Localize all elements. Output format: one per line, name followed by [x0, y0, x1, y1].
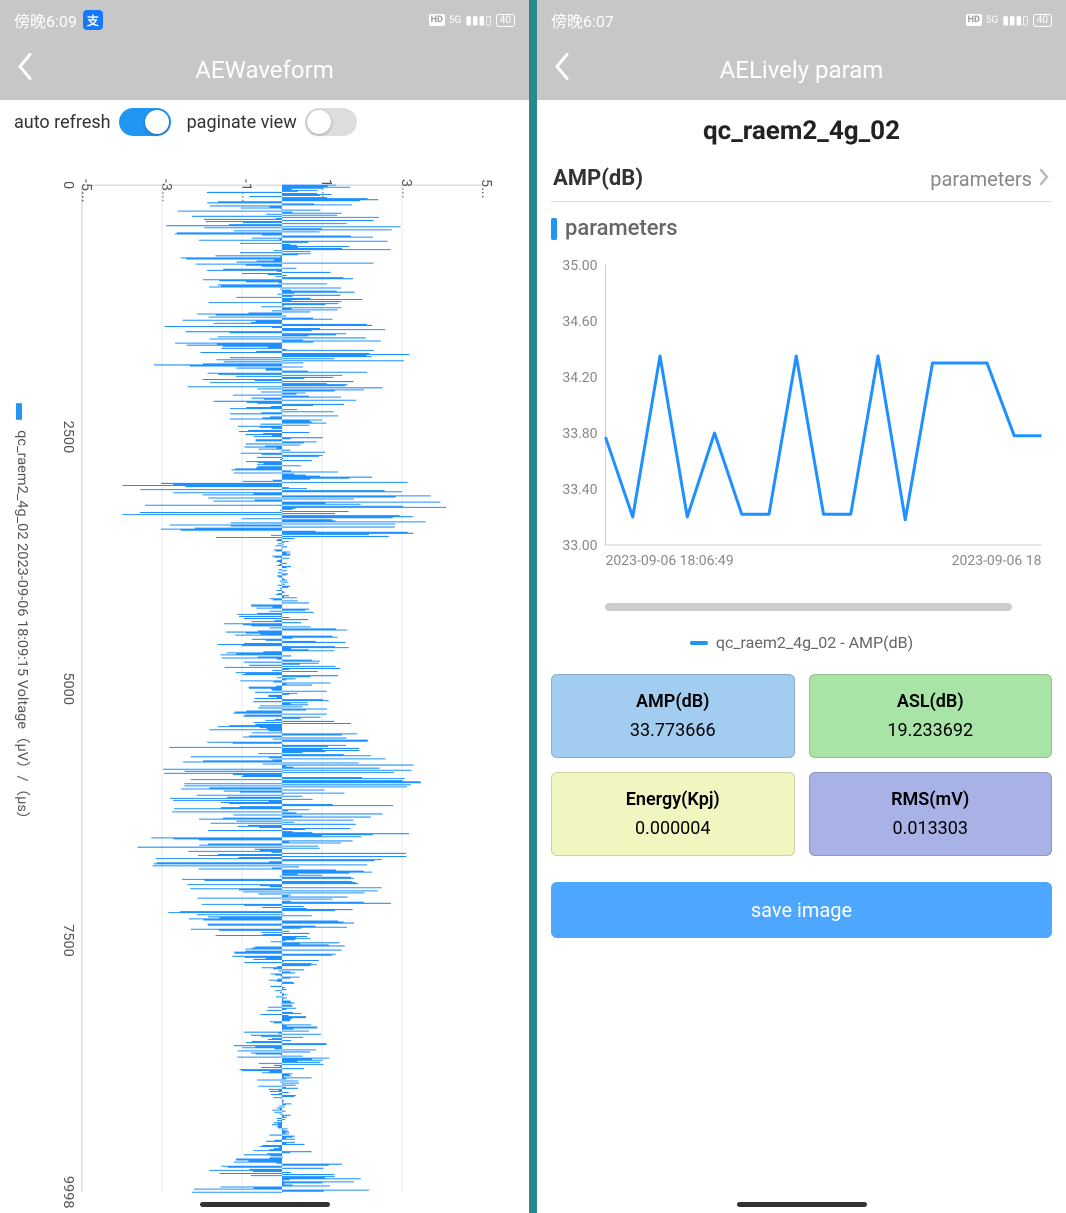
metric-key: Energy(Kpj)	[560, 789, 786, 810]
nav-bar: AEWaveform	[0, 40, 529, 100]
svg-text:34.20: 34.20	[562, 370, 597, 386]
home-indicator[interactable]	[200, 1202, 330, 1207]
line-chart[interactable]: 33.00 33.40 33.80 34.20 34.60 35.00 2023-09-06…	[551, 255, 1052, 585]
metric-value: 0.000004	[560, 818, 786, 839]
page-title: AEWaveform	[195, 56, 334, 84]
phone-right: 傍晚6:07 HD 5G ▮▮▮▯ 40 AELively param qc_r…	[537, 0, 1066, 1213]
metric-value: 33.773666	[560, 720, 786, 741]
hd-icon: HD	[966, 14, 982, 26]
svg-text:2023-09-06 18:06:49: 2023-09-06 18:06:49	[606, 553, 734, 569]
svg-text:33.40: 33.40	[562, 482, 597, 498]
screen-divider	[529, 0, 537, 1213]
svg-text:0: 0	[60, 181, 76, 189]
back-button[interactable]	[549, 49, 575, 92]
device-name: qc_raem2_4g_02	[551, 116, 1052, 146]
alipay-icon: 支	[83, 10, 103, 30]
section-title: parameters	[565, 216, 678, 241]
svg-text:-1...: -1...	[238, 179, 254, 203]
metric-cards: AMP(dB) 33.773666 ASL(dB) 19.233692 Energy(K…	[551, 674, 1052, 856]
metric-key: RMS(mV)	[818, 789, 1044, 810]
page-title: AELively param	[720, 56, 884, 84]
status-time: 傍晚6:09	[14, 8, 77, 32]
metric-value: 19.233692	[818, 720, 1044, 741]
auto-refresh-switch[interactable]	[119, 108, 171, 136]
svg-text:2023-09-06 18: 2023-09-06 18	[952, 553, 1042, 569]
svg-text:9998: 9998	[60, 1176, 76, 1209]
back-button[interactable]	[12, 49, 38, 92]
svg-text:-5...: -5...	[78, 179, 94, 203]
waveform-chart[interactable]: -5...-3...-1...1...3...5...0250050007500…	[0, 144, 529, 1213]
phone-left: 傍晚6:09 支 HD 5G ▮▮▮▯ 40 AEWaveform auto r…	[0, 0, 529, 1213]
section-bar-icon	[551, 218, 557, 240]
metric-selector-row: AMP(dB) parameters	[551, 160, 1052, 202]
metric-key: ASL(dB)	[818, 691, 1044, 712]
save-button-label: save image	[751, 898, 852, 922]
battery-icon: 40	[1033, 14, 1052, 27]
battery-icon: 40	[496, 14, 515, 27]
chart-legend: qc_raem2_4g_02 - AMP(dB)	[551, 633, 1052, 652]
net-label: 5G	[449, 15, 461, 26]
paginate-switch[interactable]	[305, 108, 357, 136]
svg-text:33.00: 33.00	[562, 538, 597, 554]
svg-text:34.60: 34.60	[562, 314, 597, 330]
status-right: HD 5G ▮▮▮▯ 40	[429, 13, 515, 27]
signal-icon: ▮▮▮▯	[1002, 13, 1028, 27]
hd-icon: HD	[429, 14, 445, 26]
metric-card[interactable]: AMP(dB) 33.773666	[551, 674, 795, 758]
status-bar: 傍晚6:09 支 HD 5G ▮▮▮▯ 40	[0, 0, 529, 40]
svg-text:5000: 5000	[60, 672, 76, 705]
chevron-right-icon	[1038, 167, 1050, 191]
legend-swatch-icon	[690, 641, 708, 645]
section-header: parameters	[551, 216, 1052, 241]
svg-text:2500: 2500	[60, 421, 76, 454]
svg-text:5...: 5...	[478, 179, 494, 199]
status-right: HD 5G ▮▮▮▯ 40	[966, 13, 1052, 27]
status-bar: 傍晚6:07 HD 5G ▮▮▮▯ 40	[537, 0, 1066, 40]
svg-text:qc_raem2_4g_02 2023-09-06 18:0: qc_raem2_4g_02 2023-09-06 18:09:15 Volta…	[14, 430, 30, 826]
auto-refresh-label: auto refresh	[14, 112, 111, 133]
metric-card[interactable]: RMS(mV) 0.013303	[809, 772, 1053, 856]
signal-icon: ▮▮▮▯	[465, 13, 491, 27]
metric-card[interactable]: ASL(dB) 19.233692	[809, 674, 1053, 758]
svg-text:7500: 7500	[60, 924, 76, 957]
nav-bar: AELively param	[537, 40, 1066, 100]
svg-text:3...: 3...	[398, 179, 414, 199]
selector-label: parameters	[930, 167, 1032, 191]
svg-text:-3...: -3...	[158, 179, 174, 203]
svg-text:33.80: 33.80	[562, 426, 597, 442]
metric-key: AMP(dB)	[560, 691, 786, 712]
right-content: qc_raem2_4g_02 AMP(dB) parameters parame…	[537, 100, 1066, 1213]
net-label: 5G	[986, 15, 998, 26]
save-image-button[interactable]: save image	[551, 882, 1052, 938]
metric-value: 0.013303	[818, 818, 1044, 839]
home-indicator[interactable]	[737, 1202, 867, 1207]
status-time: 傍晚6:07	[551, 8, 614, 32]
paginate-label: paginate view	[187, 112, 297, 133]
chart-scrollbar[interactable]	[605, 603, 1012, 611]
toggle-row: auto refresh paginate view	[0, 100, 529, 144]
parameters-selector[interactable]: parameters	[930, 167, 1050, 191]
selected-metric: AMP(dB)	[553, 166, 643, 191]
svg-text:35.00: 35.00	[562, 258, 597, 274]
metric-card[interactable]: Energy(Kpj) 0.000004	[551, 772, 795, 856]
legend-text: qc_raem2_4g_02 - AMP(dB)	[716, 633, 913, 652]
